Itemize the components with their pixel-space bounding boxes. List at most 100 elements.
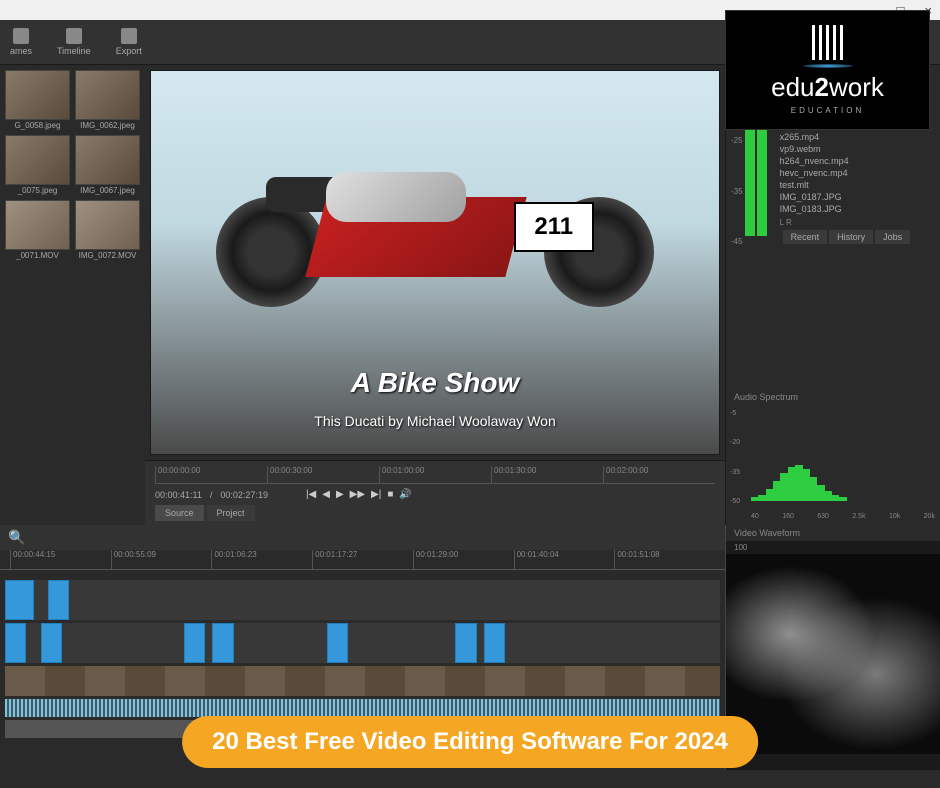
source-tab[interactable]: Source: [155, 505, 204, 521]
skip-start-button[interactable]: |◀: [306, 489, 316, 500]
bike-wheel: [216, 197, 326, 307]
video-preview[interactable]: 211 A Bike Show This Ducati by Michael W…: [150, 70, 720, 455]
waveform-display: [726, 554, 940, 754]
current-time: 00:00:41:11: [155, 490, 202, 500]
toolbar-export[interactable]: Export: [116, 28, 142, 56]
race-plate: 211: [514, 202, 594, 252]
tl-tick: 00:00:44:15: [10, 550, 111, 569]
zoom-icon[interactable]: 🔍: [8, 529, 25, 546]
project-tab[interactable]: Project: [207, 505, 255, 521]
freq-label: 630: [817, 513, 829, 520]
jobs-tab[interactable]: Jobs: [875, 230, 910, 244]
spectrum-label: Audio Spectrum: [726, 389, 940, 405]
main-area: G_0058.jpeg IMG_0062.jpeg _0075.jpeg IMG…: [0, 65, 940, 525]
time-tick: 00:00:00:00: [155, 466, 267, 483]
play-button[interactable]: ▶: [336, 489, 344, 500]
file-item[interactable]: IMG_0183.JPG: [780, 203, 932, 215]
time-tick: 00:00:30:00: [267, 466, 379, 483]
bike-tank: [326, 172, 466, 222]
freq-label: 40: [751, 513, 759, 520]
clip[interactable]: [184, 623, 205, 663]
thumbnail-label: G_0058.jpeg: [5, 121, 70, 130]
history-tab[interactable]: History: [829, 230, 873, 244]
logo-subtitle: EDUCATION: [791, 106, 865, 115]
meter-channel-labels: L R: [780, 218, 932, 227]
clip[interactable]: [327, 623, 348, 663]
time-sep: /: [210, 490, 213, 500]
toolbar-label: Timeline: [57, 46, 91, 56]
thumbnail[interactable]: [75, 135, 140, 185]
waveform-scale: 100: [726, 541, 940, 554]
video-waveform-panel: Video Waveform 100: [725, 525, 940, 770]
clip[interactable]: [212, 623, 233, 663]
file-item[interactable]: IMG_0187.JPG: [780, 191, 932, 203]
clip[interactable]: [484, 623, 505, 663]
thumbnail-label: IMG_0067.jpeg: [75, 186, 140, 195]
meter-scale-value: -45: [731, 237, 743, 246]
tl-tick: 00:01:06:23: [211, 550, 312, 569]
thumbnail-label: IMG_0072.MOV: [75, 251, 140, 260]
thumbnail[interactable]: [5, 200, 70, 250]
stop-button[interactable]: ■: [387, 489, 393, 500]
video-track-2[interactable]: [5, 580, 720, 620]
freq-label: 2.5k: [852, 513, 865, 520]
timeline-icon: [66, 28, 82, 44]
freq-label: 10k: [889, 513, 900, 520]
tl-tick: 00:01:29:00: [413, 550, 514, 569]
meter-scale-value: -35: [731, 187, 743, 196]
waveform-label: Video Waveform: [726, 525, 940, 541]
freq-label: 160: [782, 513, 794, 520]
right-sidebar: Audi -15 -25 -35 -45 export job.mp4 3dlu…: [725, 65, 940, 525]
thumbnail-label: _0075.jpeg: [5, 186, 70, 195]
clip[interactable]: [5, 623, 26, 663]
preview-subtitle-overlay: This Ducati by Michael Woolaway Won: [314, 413, 555, 429]
transport-ruler[interactable]: 00:00:00:00 00:00:30:00 00:01:00:00 00:0…: [155, 466, 715, 484]
toolbar-timeline[interactable]: Timeline: [57, 28, 91, 56]
keyframes-icon: [13, 28, 29, 44]
video-track-main[interactable]: [5, 666, 720, 696]
media-browser: G_0058.jpeg IMG_0062.jpeg _0075.jpeg IMG…: [0, 65, 145, 525]
toolbar-label: Export: [116, 46, 142, 56]
next-frame-button[interactable]: ▶▶: [350, 489, 365, 500]
audio-track-1[interactable]: [5, 699, 720, 717]
clip[interactable]: [455, 623, 476, 663]
audio-spectrum: -5 -20 -35 -50 40 160 630 2.5k 10k 20k: [726, 405, 940, 525]
spec-scale-val: -50: [730, 498, 740, 505]
video-track-1[interactable]: [5, 623, 720, 663]
tl-tick: 00:01:51:08: [614, 550, 715, 569]
thumbnail[interactable]: [75, 200, 140, 250]
file-item[interactable]: h264_nvenc.mp4: [780, 155, 932, 167]
export-icon: [121, 28, 137, 44]
logo-text: edu2work: [771, 72, 884, 103]
file-item[interactable]: x265.mp4: [780, 131, 932, 143]
meter-scale-value: -25: [731, 136, 743, 145]
tl-tick: 00:00:55:09: [111, 550, 212, 569]
brand-logo-overlay: edu2work EDUCATION: [725, 10, 930, 130]
toolbar-label: ames: [10, 46, 32, 56]
thumbnail-label: IMG_0062.jpeg: [75, 121, 140, 130]
clip[interactable]: [5, 580, 34, 620]
spec-scale-val: -20: [730, 439, 740, 446]
thumbnail[interactable]: [5, 70, 70, 120]
article-banner: 20 Best Free Video Editing Software For …: [182, 716, 758, 768]
transport-bar: 00:00:00:00 00:00:30:00 00:01:00:00 00:0…: [145, 460, 725, 525]
thumbnail[interactable]: [75, 70, 140, 120]
clip[interactable]: [41, 623, 62, 663]
prev-frame-button[interactable]: ◀: [322, 489, 330, 500]
thumbnail[interactable]: [5, 135, 70, 185]
file-item[interactable]: test.mlt: [780, 179, 932, 191]
skip-end-button[interactable]: ▶|: [371, 489, 381, 500]
file-item[interactable]: vp9.webm: [780, 143, 932, 155]
timeline-ruler[interactable]: 00:00:44:15 00:00:55:09 00:01:06:23 00:0…: [0, 550, 725, 570]
clip[interactable]: [48, 580, 69, 620]
freq-label: 20k: [924, 513, 935, 520]
preview-content: 211: [236, 167, 634, 378]
volume-icon[interactable]: 🔊: [399, 489, 411, 500]
time-tick: 00:02:00:00: [603, 466, 715, 483]
preview-panel: 211 A Bike Show This Ducati by Michael W…: [145, 65, 725, 525]
spec-scale-val: -5: [730, 410, 740, 417]
file-item[interactable]: hevc_nvenc.mp4: [780, 167, 932, 179]
time-tick: 00:01:30:00: [491, 466, 603, 483]
recent-tab[interactable]: Recent: [783, 230, 828, 244]
toolbar-keyframes[interactable]: ames: [10, 28, 32, 56]
